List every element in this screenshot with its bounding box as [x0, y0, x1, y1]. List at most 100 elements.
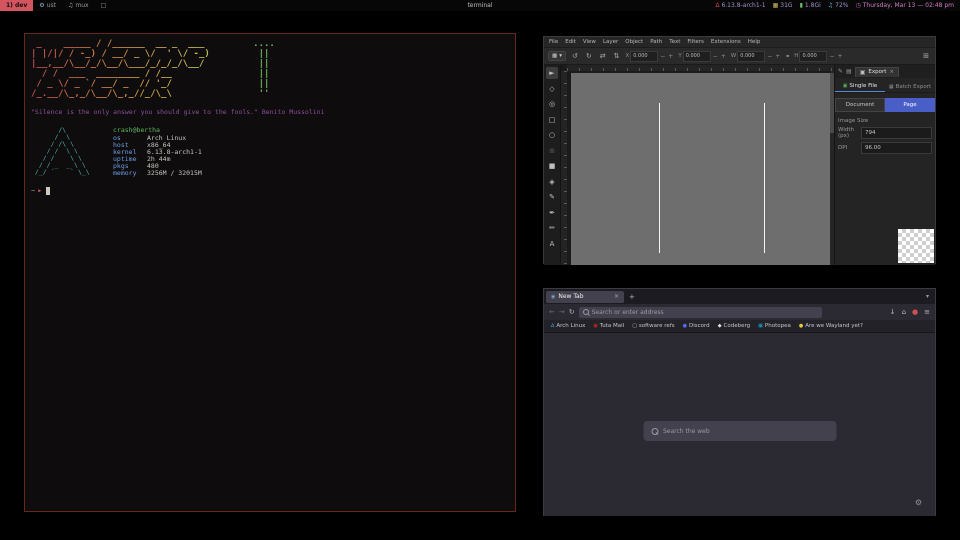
menu-layer[interactable]: Layer — [603, 39, 618, 45]
search-icon — [583, 309, 589, 315]
menu-text[interactable]: Text — [669, 39, 680, 45]
flip-vertical-icon[interactable]: ⇅ — [612, 52, 622, 60]
navbar-actions: ↓ ⌂ ● ≡ — [890, 308, 930, 316]
memory-usage: 1.8Gi — [805, 2, 821, 9]
horizontal-ruler[interactable] — [567, 65, 834, 71]
url-bar[interactable]: Search or enter address — [579, 307, 822, 318]
bookmark-software-refs[interactable]: ▢ software refs — [632, 323, 674, 329]
workspace-tag-dev[interactable]: 1) dev — [0, 0, 33, 11]
bookmarks-bar: ∆ Arch Linux ● Tuta Mail ▢ software refs… — [544, 320, 935, 333]
w-input[interactable]: 0.000 — [737, 51, 765, 62]
tool-selector-icon[interactable]: ► — [546, 67, 558, 79]
export-dpi-input[interactable]: 96.00 — [861, 142, 932, 154]
minus-stepper[interactable]: − — [712, 53, 719, 60]
new-tab-button[interactable]: + — [629, 293, 635, 301]
reload-icon[interactable]: ↻ — [569, 308, 575, 316]
globe-favicon: ◉ — [551, 294, 555, 300]
export-tab[interactable]: ▣ Export × — [855, 67, 899, 77]
menu-filters[interactable]: Filters — [687, 39, 704, 45]
status-volume[interactable]: ♫ 72% — [828, 2, 849, 9]
adblock-icon[interactable]: ● — [912, 308, 918, 316]
menu-object[interactable]: Object — [625, 39, 643, 45]
download-icon[interactable]: ↓ — [890, 308, 896, 316]
tool-pen-icon[interactable]: ✒ — [546, 207, 558, 219]
web-search-input[interactable]: Search the web — [643, 421, 836, 441]
tool-box3d-icon[interactable]: ■ — [546, 160, 558, 172]
tool-spiral-icon[interactable]: ◈ — [546, 176, 558, 188]
vertical-ruler[interactable] — [561, 71, 567, 265]
x-input[interactable]: 0.000 — [630, 51, 658, 62]
workspace-tag-mux[interactable]: ♫ mux — [62, 0, 95, 11]
bookmark-are-we-wayland-yet[interactable]: ● Are we Wayland yet? — [799, 323, 863, 329]
export-width-input[interactable]: 794 — [861, 127, 932, 139]
menu-edit[interactable]: Edit — [565, 39, 576, 45]
terminal-window[interactable]: _ _____ / /______ __ _ ___ .... | |/|/ /… — [24, 33, 516, 512]
menu-extensions[interactable]: Extensions — [711, 39, 741, 45]
menu-file[interactable]: File — [549, 39, 558, 45]
prompt-path: ~ — [31, 187, 35, 195]
drawn-vertical-line-1[interactable] — [659, 103, 660, 253]
volume-icon: ♫ — [828, 2, 833, 9]
h-input[interactable]: 0.000 — [799, 51, 827, 62]
bookmark-favicon: ● — [683, 323, 687, 329]
drawn-vertical-line-2[interactable] — [764, 103, 765, 253]
list-tabs-chevron-icon[interactable]: ▾ — [926, 293, 933, 300]
tool-ellipse-icon[interactable]: ○ — [546, 129, 558, 141]
browser-window[interactable]: ◉ New Tab × + ▾ ← → ↻ Search or enter ad… — [543, 288, 936, 516]
toolbox: ► ◇ ◎ □ ○ ☆ ■ ◈ ✎ ✒ ✏ A — [544, 65, 561, 265]
back-icon[interactable]: ← — [549, 308, 555, 316]
inkscape-window[interactable]: File Edit View Layer Object Path Text Fi… — [543, 36, 936, 264]
plus-stepper[interactable]: + — [667, 53, 674, 60]
export-width-row: Width (px) 794 — [838, 127, 932, 139]
tool-pencil-icon[interactable]: ✎ — [546, 191, 558, 203]
page-scope-button[interactable]: Page — [885, 98, 935, 112]
bookmark-codeberg[interactable]: ◆ Codeberg — [718, 323, 750, 329]
rotate-ccw-icon[interactable]: ↺ — [570, 52, 580, 60]
bookmark-tuta-mail[interactable]: ● Tuta Mail — [593, 323, 624, 329]
document-page[interactable] — [571, 73, 834, 265]
tool-text-icon[interactable]: A — [546, 238, 558, 250]
minus-stepper[interactable]: − — [659, 53, 666, 60]
close-tab-icon[interactable]: × — [614, 293, 619, 300]
plus-stepper[interactable]: + — [720, 53, 727, 60]
workspace-tag-ust[interactable]: ⚙ ust — [33, 0, 62, 11]
minus-stepper[interactable]: − — [766, 53, 773, 60]
home-icon[interactable]: ⌂ — [902, 308, 906, 316]
active-tab[interactable]: ◉ New Tab × — [546, 291, 624, 303]
canvas-area[interactable] — [561, 65, 834, 265]
bookmark-photopea[interactable]: ▣ Photopea — [758, 323, 791, 329]
selection-mode-dropdown[interactable]: ▦ ▾ — [548, 51, 566, 61]
personalize-gear-icon[interactable]: ⚙ — [915, 498, 922, 507]
single-file-tab[interactable]: ▣ Single File — [835, 81, 885, 92]
rotate-cw-icon[interactable]: ↻ — [584, 52, 594, 60]
bookmark-discord[interactable]: ● Discord — [683, 323, 710, 329]
bookmark-label: Tuta Mail — [600, 323, 624, 329]
forward-icon[interactable]: → — [559, 308, 565, 316]
tool-rectangle-icon[interactable]: □ — [546, 114, 558, 126]
tool-calligraphy-icon[interactable]: ✏ — [546, 222, 558, 234]
y-input[interactable]: 0.000 — [683, 51, 711, 62]
bookmark-arch-linux[interactable]: ∆ Arch Linux — [551, 323, 585, 329]
plus-stepper[interactable]: + — [774, 53, 781, 60]
batch-export-tab[interactable]: ▦ Batch Export — [885, 81, 935, 92]
lock-ratio-icon[interactable]: ⚭ — [785, 53, 790, 60]
document-scope-button[interactable]: Document — [835, 98, 885, 112]
close-icon[interactable]: × — [889, 69, 894, 75]
menu-path[interactable]: Path — [650, 39, 662, 45]
snap-controls-icon[interactable]: ⊞ — [921, 52, 931, 60]
layers-icon[interactable]: ▤ — [846, 68, 852, 75]
flip-horizontal-icon[interactable]: ⇄ — [598, 52, 608, 60]
menu-view[interactable]: View — [583, 39, 596, 45]
tool-zoom-icon[interactable]: ◎ — [546, 98, 558, 110]
minus-stepper[interactable]: − — [828, 53, 835, 60]
menu-help[interactable]: Help — [748, 39, 761, 45]
tool-node-editor-icon[interactable]: ◇ — [546, 83, 558, 95]
shell-prompt[interactable]: ~ ▶ — [31, 187, 509, 195]
menu-icon[interactable]: ≡ — [924, 308, 930, 316]
bookmark-favicon: ◆ — [718, 323, 722, 329]
plus-stepper[interactable]: + — [836, 53, 843, 60]
tool-star-icon[interactable]: ☆ — [546, 145, 558, 157]
layout-indicator[interactable]: □ — [95, 0, 113, 11]
single-file-label: Single File — [849, 83, 877, 89]
document-properties-icon[interactable]: ✎ — [838, 68, 843, 75]
